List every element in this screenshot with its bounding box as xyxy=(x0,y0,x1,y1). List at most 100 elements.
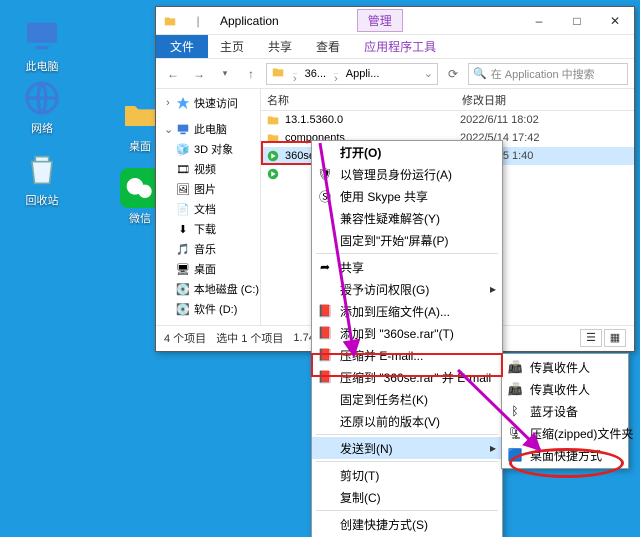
menu-item-label: 复制(C) xyxy=(340,489,381,506)
menu-item[interactable]: ➦共享 xyxy=(312,256,502,278)
network-icon xyxy=(22,78,62,118)
nav-forward-button[interactable]: → xyxy=(188,63,210,85)
menu-item[interactable]: 授予访问权限(G)▸ xyxy=(312,278,502,300)
menu-item[interactable]: Ⓢ使用 Skype 共享 xyxy=(312,185,502,207)
rar-icon: 📕 xyxy=(316,368,334,386)
breadcrumb[interactable]: › 36... › Appli... ⌄ xyxy=(266,63,438,85)
desktop-icon-label: 此电脑 xyxy=(26,58,59,74)
menu-item[interactable]: 📕 压缩到 "360se.rar" 并 E-mail xyxy=(312,366,502,388)
nav-recent-button[interactable]: ▾ xyxy=(214,63,236,85)
desktop-icon-network[interactable]: 网络 xyxy=(12,78,72,136)
menu-item[interactable]: 复制(C) xyxy=(312,486,502,508)
submenu-item[interactable]: 📠 传真收件人 xyxy=(502,356,628,378)
menu-item[interactable]: 兼容性疑难解答(Y) xyxy=(312,207,502,229)
maximize-button[interactable]: □ xyxy=(558,7,596,35)
fax-icon: 📠 xyxy=(506,380,524,398)
sidebar-quickaccess[interactable]: ›快速访问 xyxy=(156,93,260,113)
wechat-icon xyxy=(120,168,160,208)
exe-icon xyxy=(265,148,281,164)
menu-item[interactable]: 📕 压缩并 E-mail... xyxy=(312,344,502,366)
chevron-right-icon: › xyxy=(334,73,338,74)
submenu-item[interactable]: 📠传真收件人 xyxy=(502,378,628,400)
chevron-right-icon: ▸ xyxy=(490,441,496,455)
menu-item[interactable]: 📕 添加到 "360se.rar"(T) xyxy=(312,322,502,344)
status-selected: 选中 1 个项目 xyxy=(216,330,283,346)
menu-item[interactable]: 创建快捷方式(S) xyxy=(312,513,502,535)
menu-item[interactable]: 发送到(N)▸ xyxy=(312,437,502,459)
desktop-icon-recyclebin[interactable]: 回收站 xyxy=(12,150,72,208)
menu-item-label: 添加到压缩文件(A)... xyxy=(340,303,450,320)
column-date[interactable]: 修改日期 xyxy=(456,92,634,108)
submenu-item[interactable]: 🟦桌面快捷方式 xyxy=(502,444,628,466)
sidebar-item-3dobjects[interactable]: 🧊3D 对象 xyxy=(156,139,260,159)
sidebar-item-drive-d[interactable]: 💽软件 (D:) xyxy=(156,299,260,319)
fax-icon: 📠 xyxy=(506,358,524,376)
menu-item[interactable]: 📕 添加到压缩文件(A)... xyxy=(312,300,502,322)
menu-item[interactable]: 打开(O) xyxy=(312,141,502,163)
search-box[interactable]: 🔍 在 Application 中搜索 xyxy=(468,63,628,85)
submenu-item[interactable]: 🗜压缩(zipped)文件夹 xyxy=(502,422,628,444)
desktop-icon-label: 微信 xyxy=(129,210,151,226)
ribbon-tab-share[interactable]: 共享 xyxy=(256,35,304,58)
chevron-right-icon: ▸ xyxy=(490,282,496,296)
nav-back-button[interactable]: ← xyxy=(162,63,184,85)
folder-icon xyxy=(271,65,285,82)
ribbon-tab-view[interactable]: 查看 xyxy=(304,35,352,58)
rar-icon: 📕 xyxy=(316,324,334,342)
shield-icon: 🛡 xyxy=(316,165,334,183)
crumb[interactable]: Appli... xyxy=(346,68,380,80)
menu-item[interactable]: 🛡以管理员身份运行(A) xyxy=(312,163,502,185)
sidebar-item-desktop[interactable]: 🖥桌面 xyxy=(156,259,260,279)
menu-item[interactable]: 固定到任务栏(K) xyxy=(312,388,502,410)
close-button[interactable]: ✕ xyxy=(596,7,634,35)
view-icons-button[interactable]: ▦ xyxy=(604,329,626,347)
context-tab-manage[interactable]: 管理 xyxy=(357,9,403,32)
crumb[interactable]: 36... xyxy=(305,68,326,80)
sidebar-item-pictures[interactable]: 🖼图片 xyxy=(156,179,260,199)
menu-item-label: 压缩并 E-mail... xyxy=(340,347,423,364)
sidebar-item-videos[interactable]: 🎞视频 xyxy=(156,159,260,179)
submenu-item-label: 传真收件人 xyxy=(530,359,590,376)
menu-item-label: 添加到 "360se.rar"(T) xyxy=(340,325,454,342)
menu-item[interactable]: 还原以前的版本(V) xyxy=(312,410,502,432)
menu-item[interactable]: 固定到"开始"屏幕(P) xyxy=(312,229,502,251)
minimize-button[interactable]: – xyxy=(520,7,558,35)
ribbon: 文件 主页 共享 查看 应用程序工具 xyxy=(156,35,634,59)
ribbon-tab-home[interactable]: 主页 xyxy=(208,35,256,58)
titlebar: | Application 管理 – □ ✕ xyxy=(156,7,634,35)
sidebar: ›快速访问 ⌄此电脑 🧊3D 对象 🎞视频 🖼图片 📄文档 ⬇下载 🎵音乐 🖥桌… xyxy=(156,89,261,325)
search-placeholder: 在 Application 中搜索 xyxy=(491,66,595,82)
nav-up-button[interactable]: ↑ xyxy=(240,63,262,85)
sidebar-thispc[interactable]: ⌄此电脑 xyxy=(156,119,260,139)
sendto-submenu: 📠传真收件人📠传真收件人ᛒ蓝牙设备🗜压缩(zipped)文件夹🟦桌面快捷方式 xyxy=(501,353,629,469)
ribbon-tab-apptools[interactable]: 应用程序工具 xyxy=(352,35,448,58)
file-name: 13.1.5360.0 xyxy=(285,114,460,126)
menu-item-label: 使用 Skype 共享 xyxy=(340,188,428,205)
sidebar-item-downloads[interactable]: ⬇下载 xyxy=(156,219,260,239)
refresh-button[interactable]: ⟳ xyxy=(442,63,464,85)
sidebar-item-drive-c[interactable]: 💽本地磁盘 (C:) xyxy=(156,279,260,299)
bt-icon: ᛒ xyxy=(506,402,524,420)
sidebar-item-music[interactable]: 🎵音乐 xyxy=(156,239,260,259)
column-name[interactable]: 名称 xyxy=(261,92,456,108)
submenu-item[interactable]: ᛒ蓝牙设备 xyxy=(502,400,628,422)
menu-item-label: 兼容性疑难解答(Y) xyxy=(340,210,440,227)
desktop-icon-thispc[interactable]: 此电脑 xyxy=(12,16,72,74)
rar-icon: 📕 xyxy=(316,346,334,364)
chevron-right-icon: › xyxy=(293,73,297,74)
file-row[interactable]: 13.1.5360.02022/6/11 18:02 xyxy=(261,111,634,129)
sidebar-item-documents[interactable]: 📄文档 xyxy=(156,199,260,219)
crumb-dropdown-icon[interactable]: ⌄ xyxy=(424,67,433,80)
pc-icon xyxy=(22,16,62,56)
rar-icon: 📕 xyxy=(316,302,334,320)
ribbon-file[interactable]: 文件 xyxy=(156,35,208,58)
view-details-button[interactable]: ☰ xyxy=(580,329,602,347)
qat-divider-icon: | xyxy=(188,11,208,31)
menu-item-label: 创建快捷方式(S) xyxy=(340,516,428,533)
submenu-item-label: 压缩(zipped)文件夹 xyxy=(530,425,633,442)
menu-item[interactable]: 剪切(T) xyxy=(312,464,502,486)
desktop-icon-label: 网络 xyxy=(31,120,53,136)
menu-item-label: 压缩到 "360se.rar" 并 E-mail xyxy=(340,369,491,386)
folder-icon xyxy=(265,130,281,146)
menu-item-label: 固定到任务栏(K) xyxy=(340,391,428,408)
